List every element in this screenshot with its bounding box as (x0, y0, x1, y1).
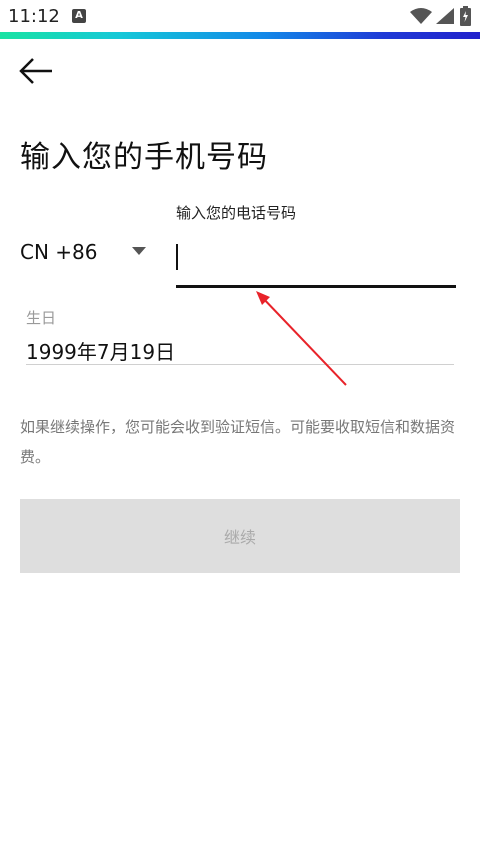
font-a-icon: A (72, 9, 86, 23)
sms-notice-text: 如果继续操作，您可能会收到验证短信。可能要收取短信和数据资费。 (20, 418, 456, 466)
wifi-icon (410, 8, 432, 24)
birthday-underline (26, 364, 454, 365)
phone-field-label: 输入您的电话号码 (176, 204, 297, 222)
progress-strip (0, 32, 480, 39)
continue-button[interactable]: 继续 (20, 499, 460, 573)
birthday-value: 1999年7月19日 (26, 340, 176, 364)
country-code-selector[interactable]: CN +86 (20, 236, 150, 268)
battery-icon (460, 6, 471, 26)
page-title: 输入您的手机号码 (20, 140, 268, 175)
birthday-field[interactable]: 1999年7月19日 (26, 334, 454, 366)
phone-input[interactable] (176, 234, 454, 284)
triangle-down-icon (132, 247, 146, 255)
signal-icon (436, 8, 454, 24)
country-code-value: CN +86 (20, 240, 98, 264)
status-time: 11:12 (8, 6, 60, 27)
annotation-arrow (256, 291, 347, 386)
status-bar: 11:12 A (0, 0, 480, 32)
phone-input-wrapper (176, 234, 456, 288)
birthday-label: 生日 (26, 309, 57, 327)
back-button[interactable] (18, 56, 58, 88)
arrow-left-icon (19, 58, 52, 84)
text-caret (176, 244, 178, 270)
